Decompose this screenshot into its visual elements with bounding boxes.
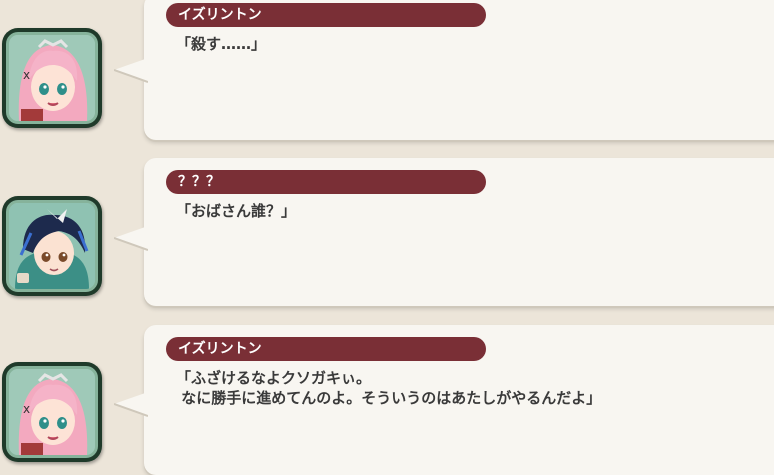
speaker-nameplate: イズリントン bbox=[166, 3, 486, 27]
izlington-portrait-icon: x bbox=[9, 369, 95, 455]
dialogue-line: 「おばさん誰？」 bbox=[176, 202, 297, 220]
dialogue-line: なに勝手に進めてんのよ。そういうのはあたしがやるんだよ」 bbox=[176, 389, 602, 407]
bubble-tail-icon bbox=[114, 226, 148, 251]
svg-text:x: x bbox=[23, 402, 30, 416]
bubble-tail-icon bbox=[114, 58, 148, 83]
speaker-avatar: x bbox=[2, 362, 102, 462]
izlington-portrait-icon: x bbox=[9, 35, 95, 121]
speaker-name: イズリントン bbox=[178, 341, 262, 357]
unknown-character-portrait-icon bbox=[9, 203, 95, 289]
speaker-name: イズリントン bbox=[178, 7, 262, 23]
speaker-nameplate: イズリントン bbox=[166, 337, 486, 361]
svg-text:x: x bbox=[23, 68, 30, 82]
bubble-tail-icon bbox=[114, 392, 148, 417]
speaker-name: ？？？ bbox=[178, 174, 220, 190]
speaker-avatar bbox=[2, 196, 102, 296]
dialogue-line: 「ふざけるなよクソガキぃ。 bbox=[176, 369, 372, 387]
dialogue-line: 「殺す……」 bbox=[176, 35, 267, 53]
speaker-nameplate: ？？？ bbox=[166, 170, 486, 194]
speaker-avatar: x bbox=[2, 28, 102, 128]
